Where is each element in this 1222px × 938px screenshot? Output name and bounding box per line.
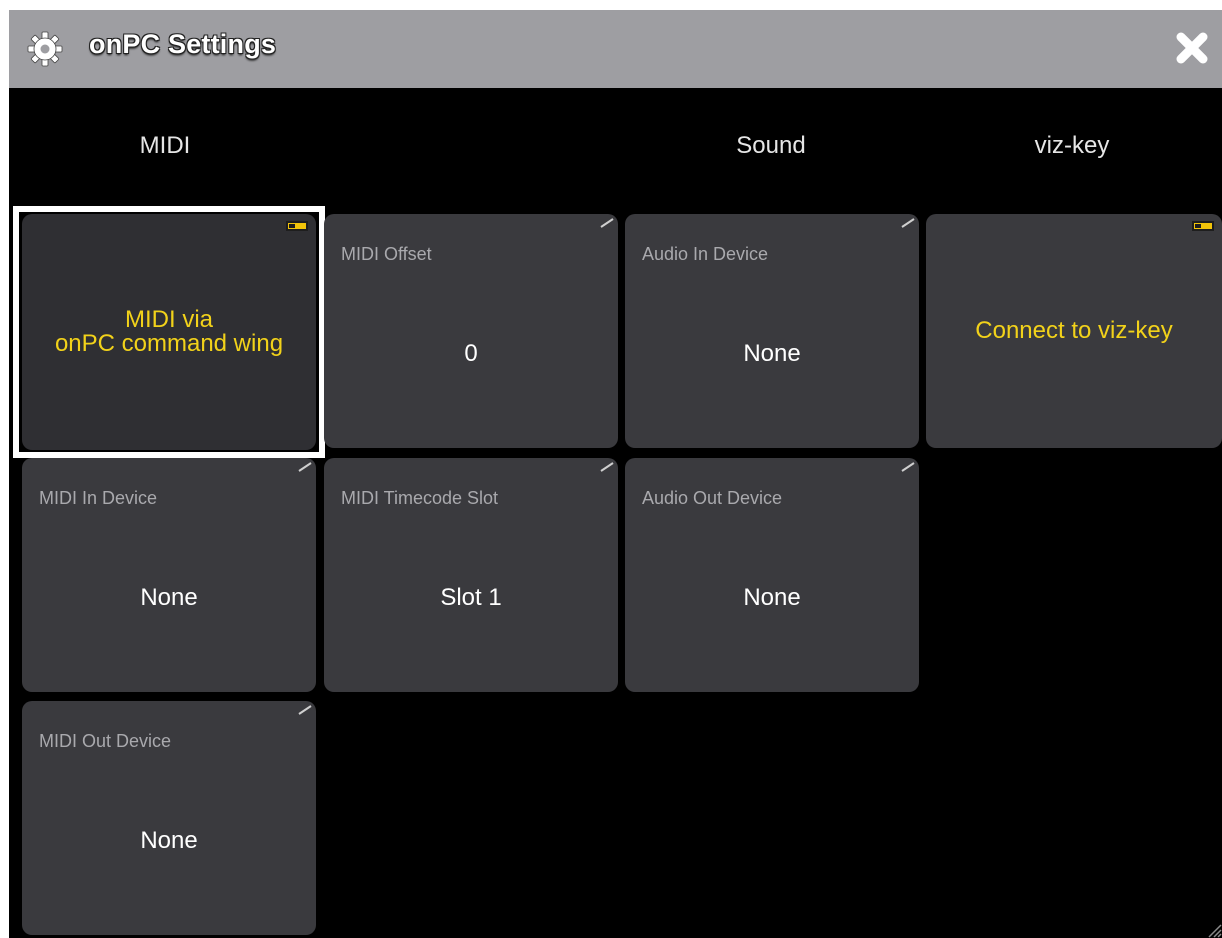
gear-icon — [27, 31, 63, 67]
close-icon[interactable] — [1174, 30, 1210, 66]
tile-label: Audio In Device — [642, 244, 769, 264]
tile-value: None — [140, 827, 198, 854]
column-header-midi: MIDI — [139, 132, 191, 159]
tile-value: Connect to viz-key — [975, 317, 1173, 344]
window-title: onPC Settings — [89, 29, 277, 59]
connect-vizkey-toggle[interactable]: Connect to viz-key — [926, 214, 1222, 448]
midi-via-command-wing-toggle[interactable]: MIDI via onPC command wing — [22, 214, 316, 450]
midi-offset-tile[interactable]: MIDI Offset 0 — [324, 214, 618, 448]
tile-label: Audio Out Device — [642, 488, 783, 508]
settings-window: onPC Settings MIDI Sound viz-key MIDI vi… — [9, 10, 1222, 938]
tile-value: None — [140, 584, 198, 611]
midi-in-device-tile[interactable]: MIDI In Device None — [22, 458, 316, 692]
midi-out-device-tile[interactable]: MIDI Out Device None — [22, 701, 316, 935]
tile-label: MIDI Out Device — [39, 731, 172, 751]
tile-value: MIDI via onPC command wing — [22, 214, 316, 450]
tile-value: None — [743, 584, 801, 611]
title-bar[interactable]: onPC Settings — [9, 10, 1222, 88]
tile-value: Slot 1 — [440, 584, 502, 611]
tile-value-line1: MIDI via — [124, 306, 213, 333]
column-header-sound: Sound — [736, 132, 806, 159]
tile-value: None — [743, 340, 801, 367]
tile-label: MIDI In Device — [39, 488, 158, 508]
tile-label: MIDI Offset — [341, 244, 432, 264]
column-header-vizkey: viz-key — [1034, 132, 1110, 159]
edit-corner-icon — [901, 218, 915, 228]
tile-value-line2: onPC command wing — [54, 330, 284, 357]
edit-corner-icon — [298, 705, 312, 715]
edit-corner-icon — [901, 462, 915, 472]
tile-value: 0 — [464, 340, 478, 367]
edit-corner-icon — [600, 462, 614, 472]
resize-grip-icon[interactable] — [1206, 922, 1222, 938]
edit-corner-icon — [600, 218, 614, 228]
midi-timecode-slot-tile[interactable]: MIDI Timecode Slot Slot 1 — [324, 458, 618, 692]
tile-label: MIDI Timecode Slot — [341, 488, 499, 508]
edit-corner-icon — [298, 462, 312, 472]
audio-out-device-tile[interactable]: Audio Out Device None — [625, 458, 919, 692]
audio-in-device-tile[interactable]: Audio In Device None — [625, 214, 919, 448]
